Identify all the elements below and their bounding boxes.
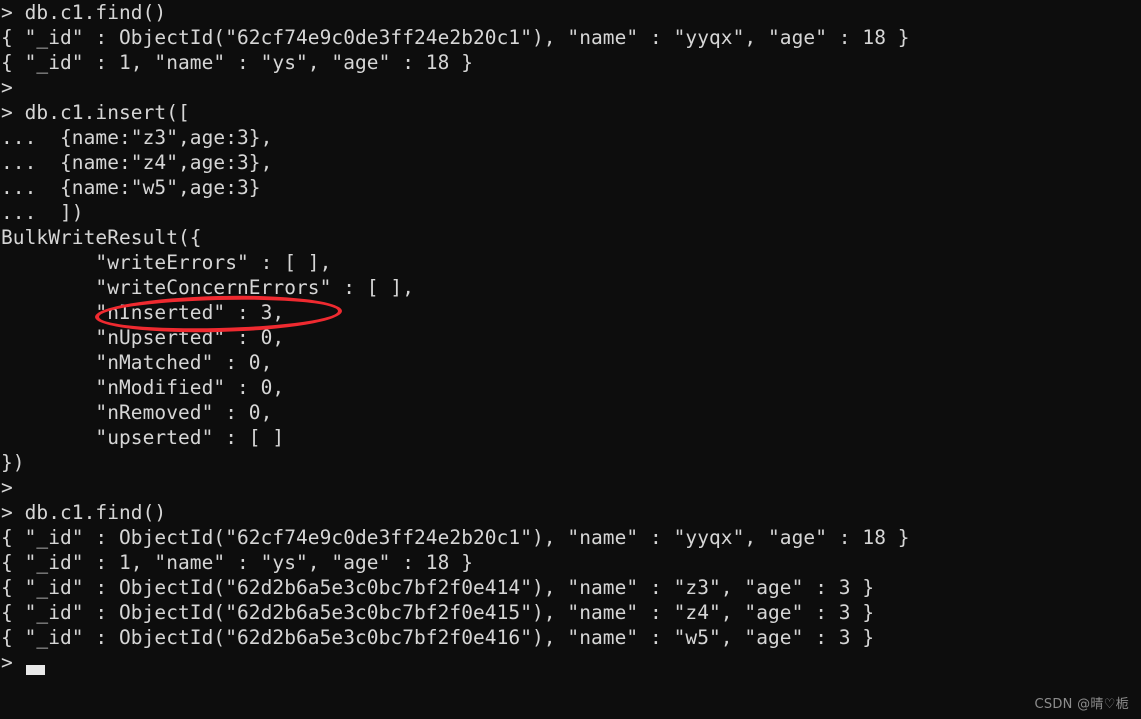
terminal-screen[interactable]: > db.c1.find() { "_id" : ObjectId("62cf7… [0,0,1141,719]
terminal-line: { "_id" : ObjectId("62d2b6a5e3c0bc7bf2f0… [1,601,875,624]
terminal-line: ... ]) [1,201,84,224]
terminal-window[interactable]: > db.c1.find() { "_id" : ObjectId("62cf7… [0,0,1141,719]
csdn-watermark: CSDN @晴♡栀 [1034,697,1129,712]
terminal-line: { "_id" : 1, "name" : "ys", "age" : 18 } [1,51,473,74]
terminal-line: > [1,76,13,99]
terminal-line: { "_id" : ObjectId("62d2b6a5e3c0bc7bf2f0… [1,576,875,599]
text-cursor [26,665,45,675]
terminal-line: > db.c1.find() [1,501,167,524]
terminal-line: { "_id" : 1, "name" : "ys", "age" : 18 } [1,551,473,574]
terminal-line: { "_id" : ObjectId("62cf74e9c0de3ff24e2b… [1,26,910,49]
terminal-line: "writeErrors" : [ ], [1,251,332,274]
terminal-line: > db.c1.find() [1,1,167,24]
terminal-line: "writeConcernErrors" : [ ], [1,276,414,299]
terminal-line: }) [1,451,25,474]
terminal-line: > db.c1.insert([ [1,101,190,124]
terminal-line: { "_id" : ObjectId("62d2b6a5e3c0bc7bf2f0… [1,626,875,649]
terminal-line: > [1,651,13,674]
terminal-line: "nUpserted" : 0, [1,326,285,349]
terminal-line: "nModified" : 0, [1,376,285,399]
terminal-line: ... {name:"z4",age:3}, [1,151,273,174]
terminal-line: ... {name:"z3",age:3}, [1,126,273,149]
terminal-line: "upserted" : [ ] [1,426,285,449]
terminal-line-ninserted: "nInserted" : 3, [1,301,285,324]
terminal-line: "nRemoved" : 0, [1,401,273,424]
terminal-line: { "_id" : ObjectId("62cf74e9c0de3ff24e2b… [1,526,910,549]
terminal-line: BulkWriteResult({ [1,226,202,249]
terminal-line: "nMatched" : 0, [1,351,273,374]
terminal-line: > [1,476,13,499]
terminal-line: ... {name:"w5",age:3} [1,176,261,199]
